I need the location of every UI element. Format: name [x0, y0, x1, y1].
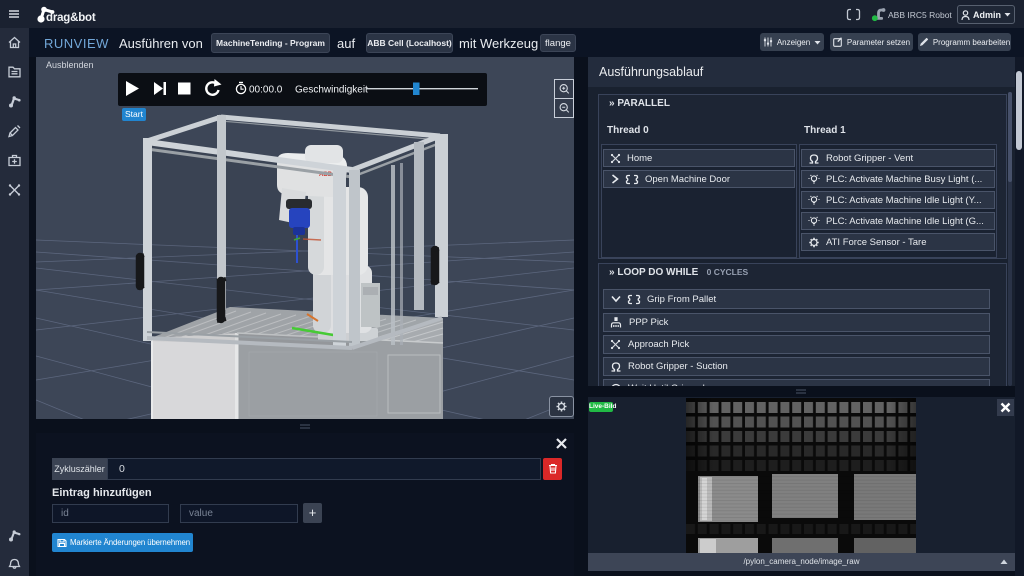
svg-text:00:00.0: 00:00.0 — [249, 85, 283, 96]
svg-text:Geschwindigkeit: Geschwindigkeit — [295, 85, 368, 96]
